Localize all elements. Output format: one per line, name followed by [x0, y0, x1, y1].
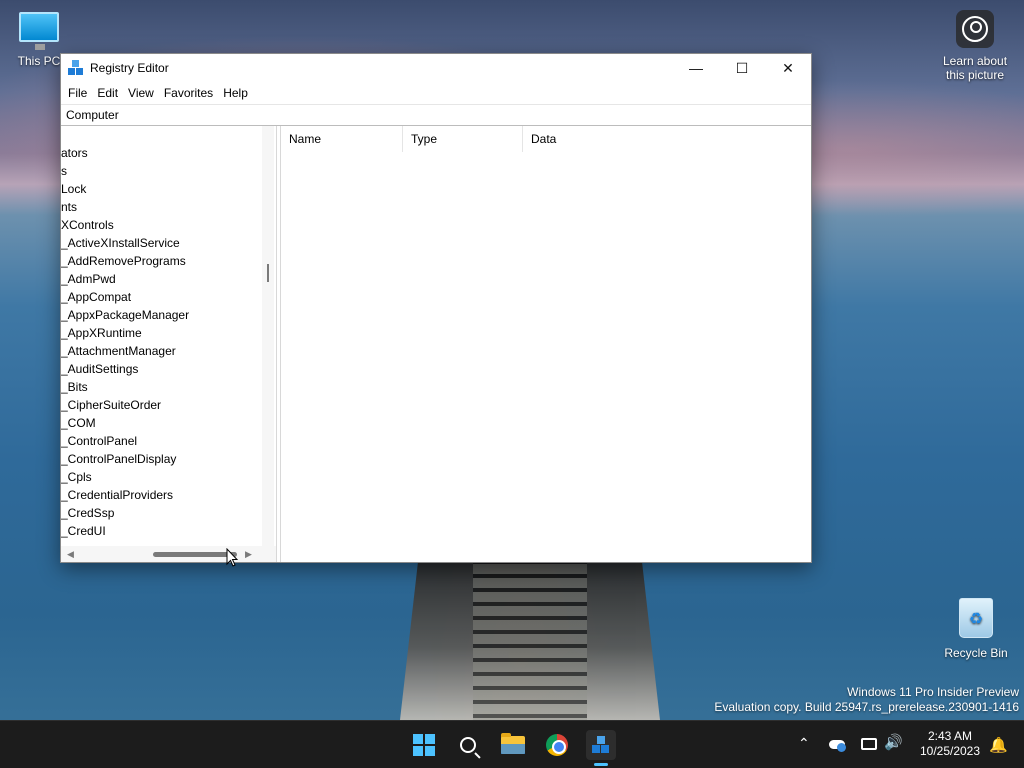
- registry-editor-window: Registry Editor — ☐ ✕ File Edit View Fav…: [60, 53, 812, 563]
- notification-bell-icon[interactable]: 🔔: [989, 736, 1008, 754]
- tree-item[interactable]: _COM: [61, 414, 261, 432]
- key-tree-pane[interactable]: ators s Lock nts XControls _ActiveXInstallSer…: [61, 126, 277, 562]
- this-pc-icon: [19, 12, 59, 50]
- tree-horizontal-scrollbar[interactable]: ◀ ▶: [61, 546, 276, 562]
- registry-editor-taskbar-icon[interactable]: [586, 730, 616, 760]
- tree-item[interactable]: _ActiveXInstallService: [61, 234, 261, 252]
- column-header-data[interactable]: Data: [523, 126, 811, 152]
- tree-item[interactable]: _AppxPackageManager: [61, 306, 261, 324]
- tree-item[interactable]: _CredUI: [61, 522, 261, 540]
- network-icon[interactable]: [861, 738, 877, 750]
- close-button[interactable]: ✕: [765, 54, 811, 82]
- menu-edit[interactable]: Edit: [92, 82, 123, 104]
- clock-time: 2:43 AM: [927, 729, 973, 743]
- mouse-cursor-icon: [226, 547, 240, 571]
- menu-bar: File Edit View Favorites Help: [61, 82, 811, 104]
- tree-item[interactable]: nts: [61, 198, 261, 216]
- values-list-pane[interactable]: Name Type Data: [281, 126, 811, 562]
- chrome-icon[interactable]: [542, 730, 572, 760]
- menu-favorites[interactable]: Favorites: [159, 82, 218, 104]
- scroll-right-arrow-icon[interactable]: ▶: [245, 549, 252, 560]
- tree-list: ators s Lock nts XControls _ActiveXInstallSer…: [61, 144, 261, 540]
- clock-date: 10/25/2023: [919, 744, 981, 758]
- tree-item[interactable]: _AdmPwd: [61, 270, 261, 288]
- pier-wallpaper: [400, 560, 660, 720]
- os-watermark: Windows 11 Pro Insider Preview Evaluatio…: [714, 685, 1019, 715]
- watermark-line-1: Windows 11 Pro Insider Preview: [847, 685, 1019, 699]
- volume-icon[interactable]: 🔊: [884, 733, 903, 751]
- tree-item[interactable]: s: [61, 162, 261, 180]
- tree-item[interactable]: _ControlPanelDisplay: [61, 450, 261, 468]
- active-app-indicator: [594, 763, 608, 766]
- start-icon[interactable]: [409, 730, 439, 760]
- tree-item[interactable]: ators: [61, 144, 261, 162]
- tree-item[interactable]: _AppXRuntime: [61, 324, 261, 342]
- tree-item[interactable]: _AttachmentManager: [61, 342, 261, 360]
- horizontal-scroll-thumb[interactable]: [153, 552, 237, 557]
- recycle-bin-label: Recycle Bin: [944, 646, 1008, 660]
- menu-help[interactable]: Help: [218, 82, 253, 104]
- system-clock[interactable]: 2:43 AM 10/25/2023: [910, 729, 990, 759]
- window-title: Registry Editor: [90, 61, 169, 75]
- file-explorer-icon[interactable]: [498, 730, 528, 760]
- column-header-type[interactable]: Type: [403, 126, 523, 152]
- title-bar[interactable]: Registry Editor — ☐ ✕: [61, 54, 811, 82]
- tree-item[interactable]: XControls: [61, 216, 261, 234]
- tree-item[interactable]: _AddRemovePrograms: [61, 252, 261, 270]
- learn-label: Learn about this picture: [942, 54, 1008, 82]
- onedrive-icon[interactable]: [829, 736, 847, 752]
- tree-item[interactable]: _AppCompat: [61, 288, 261, 306]
- tree-item[interactable]: _CredentialProviders: [61, 486, 261, 504]
- vertical-scroll-thumb[interactable]: [267, 264, 269, 282]
- watermark-line-2: Evaluation copy. Build 25947.rs_prerelea…: [714, 700, 1019, 714]
- address-text: Computer: [66, 108, 119, 122]
- camera-info-icon: [956, 10, 994, 48]
- recycle-bin-icon: [959, 598, 993, 638]
- show-hidden-icons-chevron-icon[interactable]: ⌃: [798, 735, 810, 752]
- tree-item[interactable]: _AuditSettings: [61, 360, 261, 378]
- tree-item[interactable]: _CredSsp: [61, 504, 261, 522]
- search-icon[interactable]: [453, 730, 483, 760]
- address-bar[interactable]: Computer: [61, 104, 811, 126]
- tree-item[interactable]: _Cpls: [61, 468, 261, 486]
- desktop-icon-recycle-bin[interactable]: Recycle Bin: [940, 598, 1012, 660]
- minimize-button[interactable]: —: [673, 54, 719, 82]
- tree-item[interactable]: _CipherSuiteOrder: [61, 396, 261, 414]
- menu-file[interactable]: File: [63, 82, 92, 104]
- column-header-name[interactable]: Name: [281, 126, 403, 152]
- maximize-button[interactable]: ☐: [719, 54, 765, 82]
- tree-item[interactable]: _ControlPanel: [61, 432, 261, 450]
- tree-item[interactable]: Lock: [61, 180, 261, 198]
- registry-editor-icon: [68, 60, 84, 76]
- desktop-icon-learn-about-picture[interactable]: Learn about this picture: [938, 10, 1012, 82]
- tree-vertical-scrollbar[interactable]: [262, 126, 274, 550]
- list-header: Name Type Data: [281, 126, 811, 152]
- taskbar: ⌃ 🔊 2:43 AM 10/25/2023 🔔: [0, 720, 1024, 768]
- tree-item[interactable]: _Bits: [61, 378, 261, 396]
- scroll-left-arrow-icon[interactable]: ◀: [67, 549, 74, 560]
- menu-view[interactable]: View: [123, 82, 159, 104]
